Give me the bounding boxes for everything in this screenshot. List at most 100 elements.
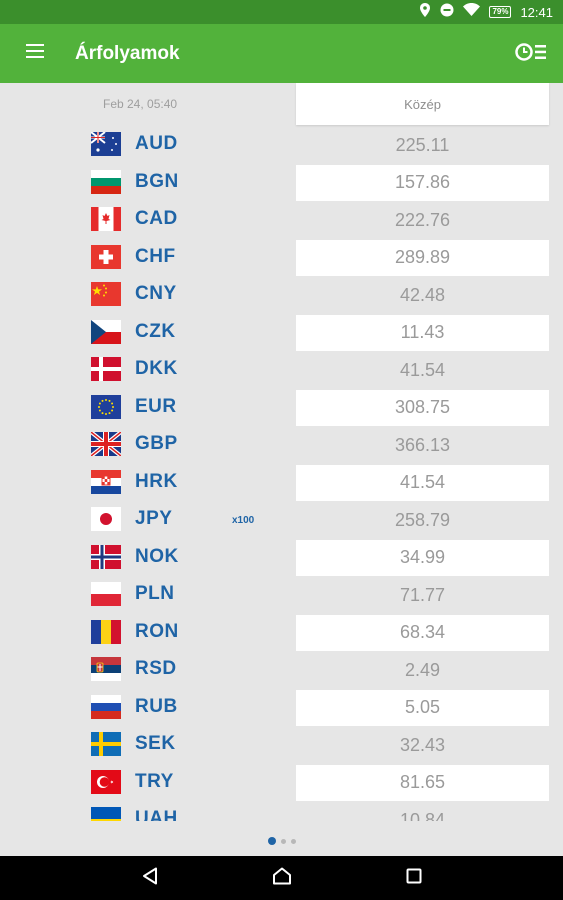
currency-code: CHF — [135, 245, 176, 267]
currency-code: AUD — [135, 133, 178, 154]
rates-content[interactable]: Feb 24, 05:40 Közép AUD 225.11 BGN 157.8… — [0, 83, 563, 821]
app-bar: Árfolyamok — [0, 24, 563, 83]
flag-jpy-icon — [91, 507, 121, 531]
currency-rate: 42.48 — [399, 284, 446, 305]
currency-code: DKK — [135, 358, 178, 379]
currency-row-nok[interactable]: NOK 34.99 — [0, 539, 563, 577]
recents-square-icon — [406, 868, 422, 889]
currency-rate: 157.86 — [296, 164, 549, 201]
currency-code: SEK — [135, 733, 176, 754]
currency-code: TRY — [135, 770, 174, 792]
currency-row-pln[interactable]: PLN 71.77 — [0, 576, 563, 614]
flag-rsd-icon — [91, 657, 121, 681]
currency-row-try[interactable]: TRY 81.65 — [0, 764, 563, 802]
flag-dkk-icon — [91, 357, 121, 381]
currency-rate: 2.49 — [404, 659, 441, 680]
currency-rate: 41.54 — [296, 464, 549, 501]
flag-try-icon — [91, 769, 121, 794]
currency-rate: 68.34 — [296, 614, 549, 651]
currency-row-czk[interactable]: CZK 11.43 — [0, 314, 563, 352]
currency-code: HRK — [135, 470, 178, 492]
back-button[interactable] — [130, 858, 170, 898]
currency-rate: 41.54 — [399, 359, 446, 380]
currency-rate: 5.05 — [296, 689, 549, 726]
rates-date: Feb 24, 05:40 — [103, 97, 178, 111]
flag-ron-icon — [91, 619, 121, 644]
currency-row-rub[interactable]: RUB 5.05 — [0, 689, 563, 727]
flag-uah-icon — [91, 807, 121, 821]
navigation-bar — [0, 856, 563, 900]
status-time: 12:41 — [520, 4, 553, 20]
currency-code: JPY — [135, 508, 173, 529]
currency-rate: 258.79 — [394, 509, 451, 530]
currency-rate: 34.99 — [296, 539, 549, 576]
page-dot-1[interactable] — [267, 837, 276, 845]
currency-row-eur[interactable]: EUR 308.75 — [0, 389, 563, 427]
currency-row-chf[interactable]: CHF 289.89 — [0, 239, 563, 277]
flag-nok-icon — [91, 544, 121, 569]
currency-code: UAH — [135, 808, 178, 821]
back-triangle-icon — [142, 867, 158, 890]
page-dot-2[interactable] — [280, 838, 286, 844]
flag-pln-icon — [91, 582, 121, 606]
currency-row-hrk[interactable]: HRK 41.54 — [0, 464, 563, 502]
page-indicator — [0, 832, 563, 850]
currency-row-cad[interactable]: CAD 222.76 — [0, 201, 563, 239]
flag-cny-icon — [91, 282, 121, 306]
hamburger-menu-icon — [26, 44, 44, 63]
currency-code: NOK — [135, 545, 179, 567]
currency-rate: 222.76 — [394, 209, 451, 230]
recents-button[interactable] — [394, 858, 434, 898]
currency-code: BGN — [135, 170, 179, 192]
currency-list[interactable]: AUD 225.11 BGN 157.86 CAD 222.76 CHF 289… — [0, 126, 563, 821]
currency-row-uah[interactable]: UAH 10.84 — [0, 801, 563, 821]
currency-row-cny[interactable]: CNY 42.48 — [0, 276, 563, 314]
timer-list-icon — [515, 42, 547, 67]
do-not-disturb-icon — [440, 3, 454, 22]
flag-eur-icon — [91, 394, 121, 419]
currency-rate: 289.89 — [296, 239, 549, 276]
currency-code: CZK — [135, 320, 176, 342]
currency-code: CAD — [135, 208, 178, 229]
flag-czk-icon — [91, 319, 121, 344]
currency-code: RUB — [135, 695, 178, 717]
currency-code: PLN — [135, 583, 175, 604]
currency-rate: 11.43 — [296, 314, 549, 351]
currency-rate: 308.75 — [296, 389, 549, 426]
page-title: Árfolyamok — [75, 42, 180, 64]
currency-rate: 366.13 — [394, 434, 451, 455]
battery-indicator: 79% — [489, 6, 512, 18]
currency-code: GBP — [135, 433, 178, 454]
home-button[interactable] — [262, 858, 302, 898]
flag-cad-icon — [91, 207, 121, 231]
currency-row-jpy[interactable]: JPY x100 258.79 — [0, 501, 563, 539]
flag-bgn-icon — [91, 169, 121, 194]
menu-button[interactable] — [0, 24, 70, 83]
history-toggle-button[interactable] — [513, 40, 549, 68]
currency-rate: 32.43 — [399, 734, 446, 755]
currency-row-dkk[interactable]: DKK 41.54 — [0, 351, 563, 389]
flag-gbp-icon — [91, 432, 121, 456]
column-header-middle: Közép — [296, 83, 549, 125]
currency-rate: 81.65 — [296, 764, 549, 801]
currency-row-gbp[interactable]: GBP 366.13 — [0, 426, 563, 464]
flag-rub-icon — [91, 694, 121, 719]
currency-row-sek[interactable]: SEK 32.43 — [0, 726, 563, 764]
table-header: Feb 24, 05:40 Közép — [0, 83, 563, 125]
currency-row-aud[interactable]: AUD 225.11 — [0, 126, 563, 164]
currency-rate: 10.84 — [399, 809, 446, 822]
flag-hrk-icon — [91, 469, 121, 494]
location-icon — [419, 2, 431, 22]
flag-chf-icon — [91, 244, 121, 269]
currency-row-bgn[interactable]: BGN 157.86 — [0, 164, 563, 202]
currency-multiplier: x100 — [232, 515, 255, 526]
currency-row-rsd[interactable]: RSD 2.49 — [0, 651, 563, 689]
page-dot-3[interactable] — [290, 838, 296, 844]
currency-rate: 71.77 — [399, 584, 446, 605]
currency-code: RON — [135, 620, 179, 642]
currency-code: EUR — [135, 395, 177, 417]
currency-code: RSD — [135, 658, 177, 679]
currency-row-ron[interactable]: RON 68.34 — [0, 614, 563, 652]
wifi-icon — [463, 3, 481, 21]
currency-rate: 225.11 — [395, 134, 450, 155]
